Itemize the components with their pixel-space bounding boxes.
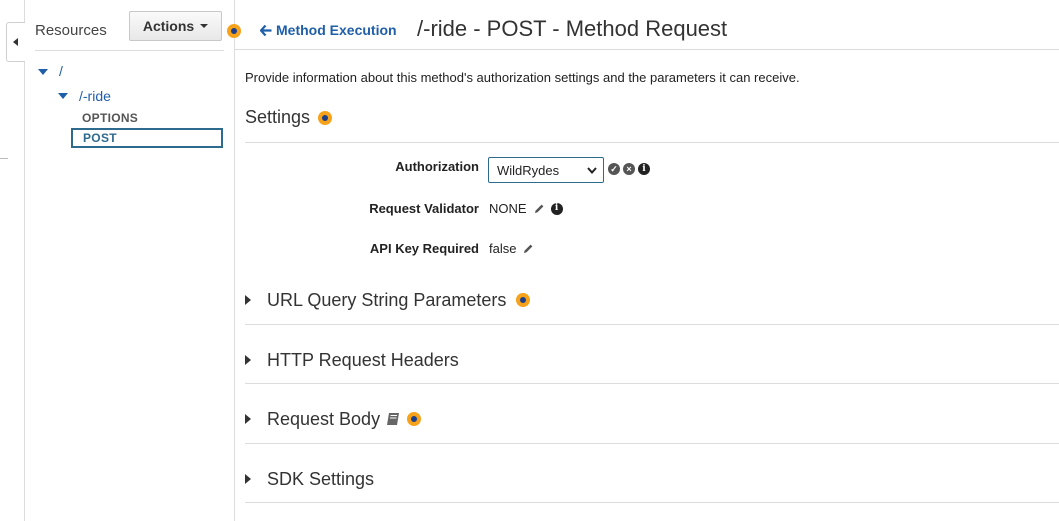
request-validator-value: NONE [489, 201, 527, 216]
info-icon[interactable]: i [550, 202, 563, 215]
divider [235, 49, 1059, 50]
request-validator-label: Request Validator [369, 201, 479, 216]
section-label: SDK Settings [267, 468, 375, 489]
arrow-left-icon [260, 24, 272, 36]
expand-arrow-icon[interactable] [58, 93, 68, 99]
expand-arrow-icon[interactable] [38, 69, 48, 75]
page-title: /-ride - POST - Method Request [417, 16, 728, 41]
expand-right-icon [245, 414, 251, 424]
pencil-edit-icon[interactable] [522, 243, 534, 255]
expand-right-icon [245, 474, 251, 484]
info-dot-icon[interactable] [516, 293, 531, 307]
tree-item-ride[interactable]: /-ride [79, 88, 111, 104]
page-description: Provide information about this method's … [245, 70, 800, 85]
book-icon[interactable] [386, 412, 401, 426]
section-request-body[interactable]: Request Body [245, 399, 1059, 439]
info-dot-icon[interactable] [407, 412, 422, 426]
section-url-query-string-parameters[interactable]: URL Query String Parameters [245, 280, 1059, 320]
caret-down-icon [200, 24, 209, 28]
divider [245, 383, 1059, 384]
authorization-value: WildRydes [497, 162, 560, 178]
authorization-select[interactable]: WildRydes [488, 157, 604, 183]
section-label: Request Body [267, 408, 381, 429]
section-label: HTTP Request Headers [267, 349, 459, 370]
expand-right-icon [245, 355, 251, 365]
divider [35, 50, 224, 51]
api-key-required-value: false [489, 241, 517, 256]
chevron-down-icon [587, 166, 597, 174]
divider [245, 502, 1059, 503]
section-sdk-settings[interactable]: SDK Settings [245, 459, 1059, 499]
confirm-icon[interactable]: ✓ [608, 163, 620, 175]
request-validator-value-row: NONE i [489, 201, 563, 216]
settings-heading: Settings [245, 107, 333, 128]
api-key-required-label: API Key Required [369, 241, 479, 256]
tree-method-post-selected[interactable]: POST [71, 128, 223, 148]
cancel-icon[interactable]: × [623, 163, 635, 175]
resources-title: Resources [35, 22, 107, 39]
divider [245, 142, 1059, 143]
info-dot-icon[interactable] [318, 110, 333, 125]
pencil-edit-icon[interactable] [533, 203, 545, 215]
tree-item-root[interactable]: / [59, 63, 63, 79]
section-http-request-headers[interactable]: HTTP Request Headers [245, 340, 1059, 380]
divider [0, 158, 8, 159]
info-dot-icon[interactable] [227, 24, 241, 38]
divider [245, 443, 1059, 444]
resources-panel [25, 0, 235, 521]
collapse-strip [0, 0, 25, 521]
authorization-actions: ✓ × i [608, 163, 650, 175]
tree-method-options[interactable]: OPTIONS [82, 111, 138, 125]
actions-button[interactable]: Actions [129, 11, 222, 41]
actions-label: Actions [142, 18, 195, 34]
section-label: URL Query String Parameters [267, 289, 507, 310]
method-execution-label: Method Execution [276, 22, 397, 38]
authorization-label: Authorization [395, 159, 479, 174]
collapse-panel-button[interactable] [6, 22, 25, 62]
api-key-required-value-row: false [489, 241, 534, 256]
info-icon[interactable]: i [638, 163, 650, 175]
expand-right-icon [245, 295, 251, 305]
divider [245, 324, 1059, 325]
chevron-left-icon [13, 38, 18, 46]
settings-title: Settings [245, 107, 311, 127]
method-execution-link[interactable]: Method Execution [260, 22, 397, 38]
